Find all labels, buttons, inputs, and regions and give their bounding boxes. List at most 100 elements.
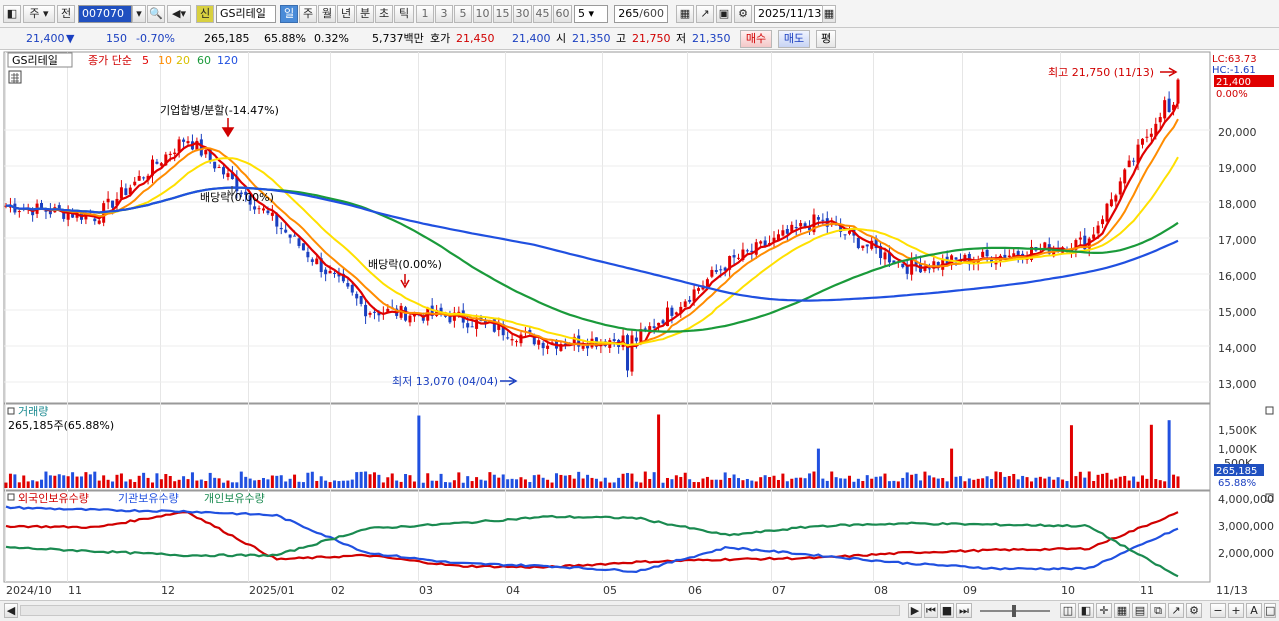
zoom-slider-handle[interactable] [1012, 605, 1016, 617]
speaker-icon[interactable]: ◀▾ [167, 5, 191, 23]
sell-button[interactable]: 매도 [778, 30, 810, 48]
print-icon[interactable]: ▤ [1132, 603, 1148, 618]
volume-bar [226, 480, 230, 488]
stock-name-field[interactable]: GS리테일 [216, 5, 276, 23]
indicator-icon[interactable]: ▦ [676, 5, 694, 23]
high-value: 21,750 [632, 32, 671, 45]
draw-tool-icon[interactable]: ↗ [696, 5, 714, 23]
volume-bar [981, 478, 985, 488]
current-price: 21,400 [26, 32, 65, 45]
save-icon[interactable]: ▣ [716, 5, 732, 23]
candle-body [199, 139, 203, 156]
volume-bar [945, 481, 949, 488]
candle-body [1109, 199, 1113, 207]
candle-body [270, 212, 274, 216]
interval-60-button[interactable]: 60 [553, 5, 572, 23]
period-year-button[interactable]: 년 [337, 5, 355, 23]
volume-bar [417, 415, 421, 488]
scroll-right-icon[interactable]: ▶ [908, 603, 922, 618]
interval-5-button[interactable]: 5 [454, 5, 472, 23]
volume-bar [381, 482, 385, 488]
volume-bar [288, 478, 292, 488]
period-select[interactable]: 주 ▾ [23, 5, 55, 23]
interval-3-button[interactable]: 3 [435, 5, 453, 23]
candle-body [745, 250, 749, 252]
compare-icon[interactable]: ⧉ [1150, 603, 1166, 618]
candle-body [883, 252, 887, 260]
period-second-button[interactable]: 초 [375, 5, 393, 23]
calendar-icon[interactable]: ▦ [822, 5, 836, 23]
prev-button[interactable]: 전 [57, 5, 75, 23]
eval-button[interactable]: 평 [816, 30, 836, 48]
interval-45-button[interactable]: 45 [533, 5, 552, 23]
search-icon[interactable]: 🔍 [147, 5, 165, 23]
code-dropdown-icon[interactable]: ▾ [132, 5, 146, 23]
crosshair-icon[interactable]: ✛ [1096, 603, 1112, 618]
settings-small-icon[interactable]: ⚙ [1186, 603, 1202, 618]
zoom-in-icon[interactable]: + [1228, 603, 1244, 618]
period-month-button[interactable]: 월 [318, 5, 336, 23]
volume-bar [368, 474, 372, 488]
volume-bar [1083, 477, 1087, 488]
volume-bar [324, 480, 328, 488]
low-value: 21,350 [692, 32, 731, 45]
candle-body [346, 283, 350, 287]
candle-body [794, 227, 798, 229]
volume-bar [448, 482, 452, 488]
candle-body [119, 187, 123, 199]
volume-bar [847, 475, 851, 488]
annotation-split: 기업합병/분할(-14.47%) [160, 104, 279, 117]
stock-chart[interactable]: 2024/10 11 12 2025/01 02 03 04 05 06 07 08 09 10 11 G… [0, 50, 1279, 600]
last-page-icon[interactable]: ⏭ [956, 603, 972, 618]
candle-body [155, 161, 159, 164]
interval-select[interactable]: 5 ▾ [574, 5, 608, 23]
volume-bar [483, 480, 487, 488]
interval-15-button[interactable]: 15 [493, 5, 512, 23]
period-week-button[interactable]: 주 [299, 5, 317, 23]
buy-button[interactable]: 매수 [740, 30, 772, 48]
volume-bar [57, 474, 61, 488]
interval-30-button[interactable]: 30 [513, 5, 532, 23]
candle-body [470, 326, 474, 328]
count-input[interactable]: 265/600 [614, 5, 668, 23]
volume-bar [257, 479, 261, 488]
interval-10-button[interactable]: 10 [473, 5, 492, 23]
candle-body [466, 323, 470, 328]
stop-icon[interactable]: ■ [940, 603, 954, 618]
volume-bar [719, 479, 723, 488]
volume-bar [1012, 473, 1016, 488]
horizontal-scrollbar[interactable] [20, 605, 900, 616]
period-tick-button[interactable]: 틱 [394, 5, 414, 23]
volume-bar [62, 475, 66, 488]
interval-1-button[interactable]: 1 [416, 5, 434, 23]
layout-icon[interactable]: ◧ [3, 5, 21, 23]
table-view-icon[interactable]: ▦ [1114, 603, 1130, 618]
volume-panel-close-icon[interactable] [1265, 406, 1274, 415]
export-icon[interactable]: ↗ [1168, 603, 1184, 618]
maximize-icon[interactable]: □ [1264, 603, 1276, 618]
first-page-icon[interactable]: ⏮ [924, 603, 938, 618]
date-input[interactable]: 2025/11/13 [754, 5, 824, 23]
candle-body [217, 167, 221, 169]
volume-bar [404, 474, 408, 488]
volume-bar [466, 476, 470, 488]
volume-bar [1167, 420, 1171, 488]
scroll-left-icon[interactable]: ◀ [4, 603, 18, 618]
volume-bar [93, 471, 97, 488]
holdings-legend-individual: 개인보유수량 [204, 492, 265, 505]
period-day-button[interactable]: 일 [280, 5, 298, 23]
text-size-icon[interactable]: A [1246, 603, 1262, 618]
gear-icon[interactable]: ⚙ [734, 5, 752, 23]
candle-body [661, 320, 665, 324]
volume-bar [972, 479, 976, 488]
volume-bar [457, 472, 461, 488]
period-minute-button[interactable]: 분 [356, 5, 374, 23]
candle-body [719, 269, 723, 271]
volume-bar [328, 482, 332, 488]
candle-body [981, 251, 985, 257]
zoom-out-icon[interactable]: − [1210, 603, 1226, 618]
volume-bar [568, 475, 572, 488]
stock-code-input[interactable]: 007070 [78, 5, 132, 23]
tile-view-icon[interactable]: ◧ [1078, 603, 1094, 618]
split-view-icon[interactable]: ◫ [1060, 603, 1076, 618]
